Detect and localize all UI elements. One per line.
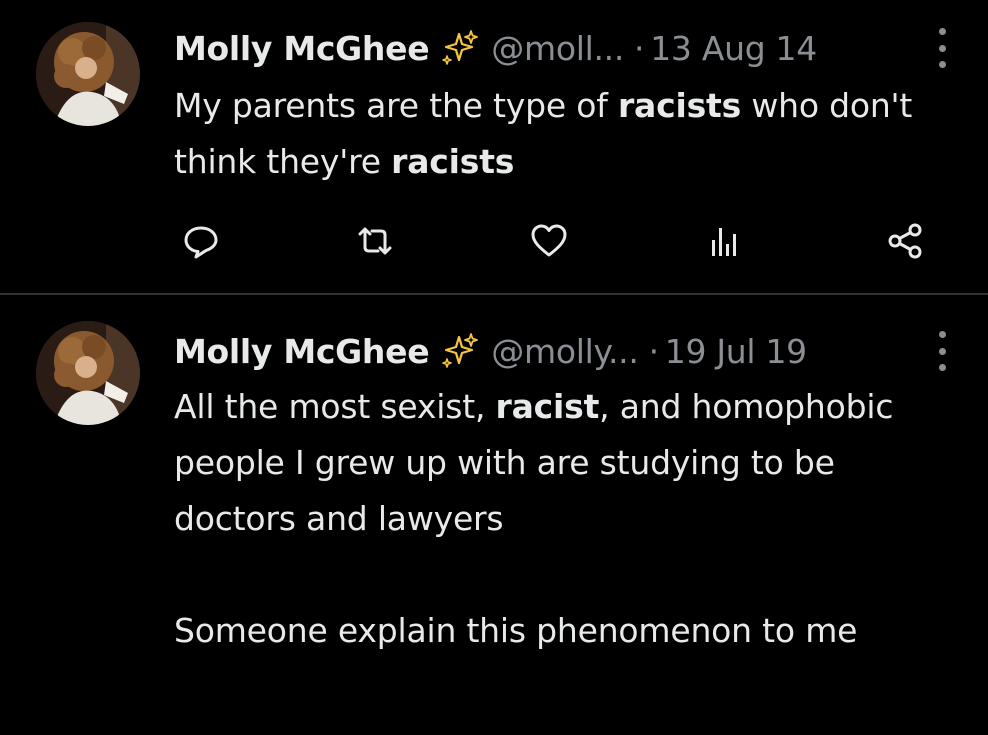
tweet-text-bold: racists [617, 86, 742, 125]
like-icon[interactable] [528, 220, 570, 262]
handle[interactable]: @moll... [491, 29, 624, 68]
more-options-icon[interactable] [936, 331, 948, 371]
more-options-icon[interactable] [936, 28, 948, 68]
sparkles-icon [439, 331, 479, 371]
tweet-header: Molly McGhee @molly... · 19 Jul 19 [174, 327, 807, 375]
tweet-text-bold: racists [391, 142, 515, 181]
timestamp[interactable]: 19 Jul 19 [665, 332, 807, 371]
tweet-text-part: All the most sexist, [174, 387, 496, 426]
reply-icon[interactable] [180, 220, 222, 262]
avatar[interactable] [36, 22, 140, 126]
separator-dot: · [648, 331, 660, 371]
tweet-text: My parents are the type of racists who d… [174, 78, 954, 190]
display-name[interactable]: Molly McGhee [174, 29, 430, 68]
action-bar [0, 210, 988, 270]
separator-dot: · [634, 28, 645, 68]
timestamp[interactable]: 13 Aug 14 [650, 29, 817, 68]
tweet-2[interactable]: Molly McGhee @molly... · 19 Jul 19 All t… [0, 295, 988, 735]
avatar[interactable] [36, 321, 140, 425]
share-icon[interactable] [884, 220, 926, 262]
display-name[interactable]: Molly McGhee [174, 332, 430, 371]
tweet-text-bold: racist [495, 387, 600, 426]
tweet-text-part: My parents are the type of [174, 86, 618, 125]
tweet-paragraph: Someone explain this phenomenon to me [174, 611, 858, 650]
tweet-paragraph: All the most sexist, racist, and homopho… [174, 379, 954, 547]
tweet-header: Molly McGhee @moll... · 13 Aug 14 [174, 24, 817, 72]
sparkles-icon [439, 28, 479, 68]
retweet-icon[interactable] [354, 220, 396, 262]
handle[interactable]: @molly... [491, 332, 639, 371]
tweet-1[interactable]: Molly McGhee @moll... · 13 Aug 14 My par… [0, 0, 988, 293]
views-icon[interactable] [702, 220, 744, 262]
tweet-text: All the most sexist, racist, and homopho… [174, 379, 954, 659]
